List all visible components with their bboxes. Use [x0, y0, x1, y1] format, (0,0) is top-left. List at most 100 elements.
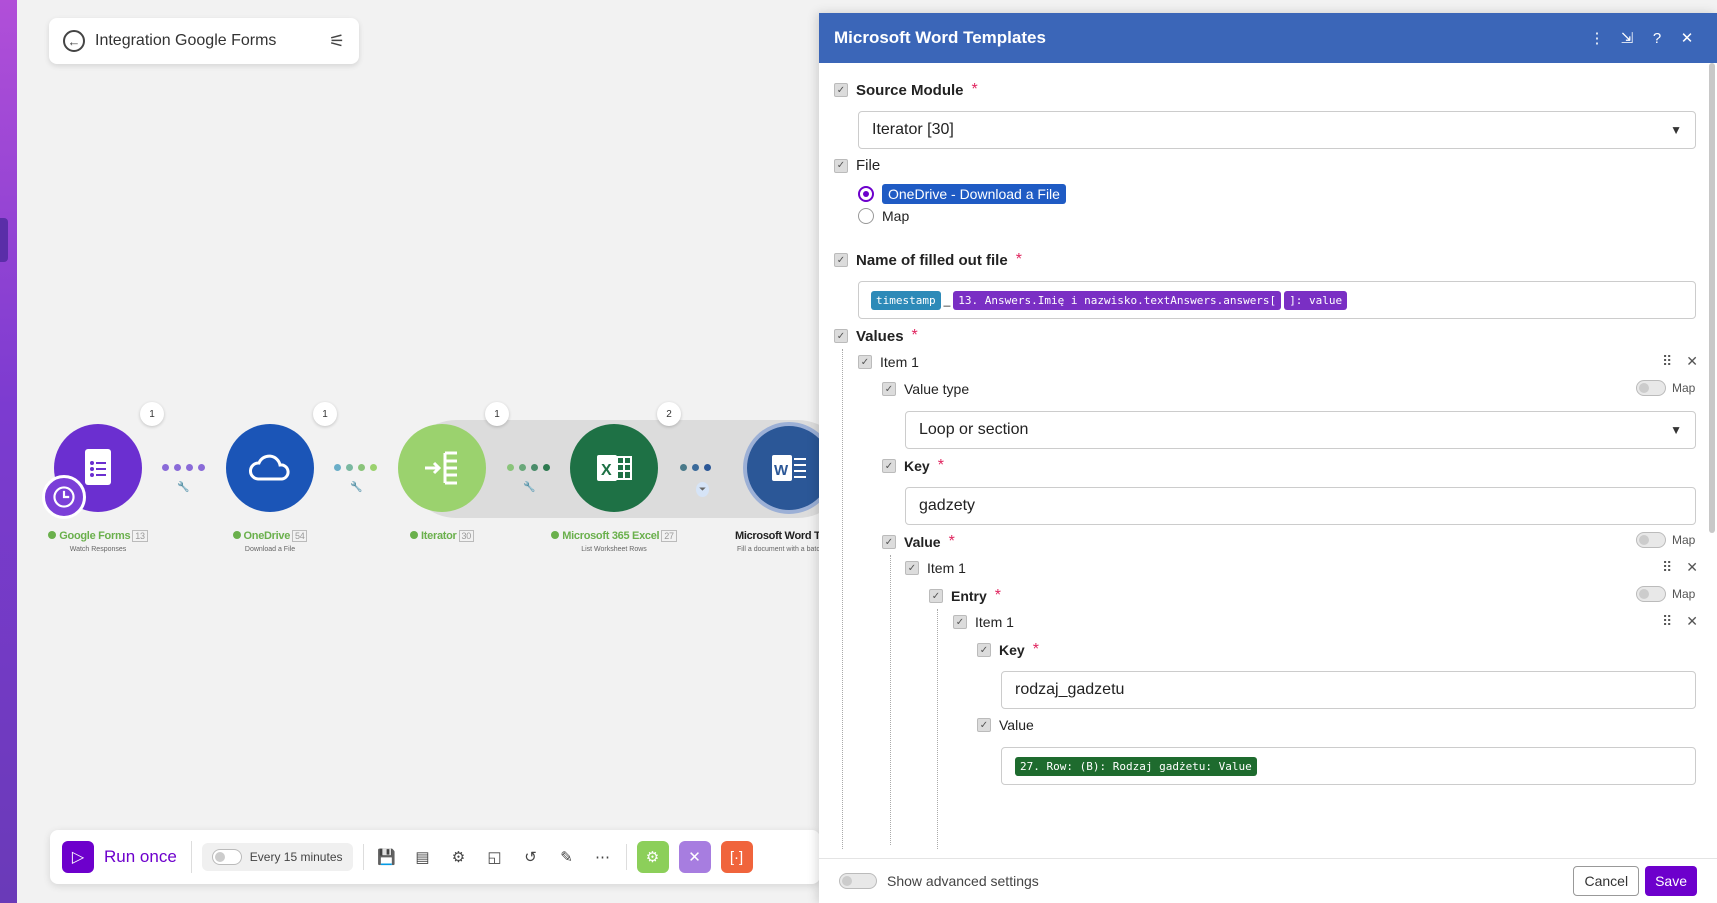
- play-icon: ▷: [62, 841, 94, 873]
- entry-value-checkbox[interactable]: ✓: [977, 718, 991, 732]
- cancel-button[interactable]: Cancel: [1573, 866, 1640, 896]
- gear-icon[interactable]: ⚙: [446, 844, 472, 870]
- notes-icon[interactable]: ◱: [482, 844, 508, 870]
- route-connector[interactable]: [507, 464, 550, 471]
- filename-input[interactable]: timestamp _ 13. Answers.Imię i nazwisko.…: [858, 281, 1696, 319]
- values-label: Values: [856, 327, 904, 345]
- wrench-icon[interactable]: 🔧: [523, 482, 535, 493]
- item-controls[interactable]: ⠿✕: [1662, 613, 1712, 630]
- scenario-canvas: ← Integration Google Forms ⚟ 1 Google Fo…: [17, 0, 847, 903]
- back-arrow-icon[interactable]: ←: [63, 30, 85, 52]
- drag-handle-icon: ⠿: [1662, 559, 1687, 575]
- left-sidebar-strip: [0, 0, 17, 903]
- value-type-select[interactable]: Loop or section ▼: [905, 411, 1696, 449]
- file-option-map[interactable]: Map: [858, 208, 909, 224]
- scenario-title: Integration Google Forms: [95, 32, 277, 49]
- module-iterator[interactable]: [398, 424, 486, 512]
- entry-map-toggle[interactable]: Map: [1636, 586, 1695, 602]
- module-label-excel: Microsoft 365 Excel 27: [534, 530, 694, 542]
- panel-header: Microsoft Word Templates ⋮ ⇲ ? ✕: [819, 13, 1717, 63]
- filename-checkbox[interactable]: ✓: [834, 253, 848, 267]
- save-icon[interactable]: 💾: [374, 844, 400, 870]
- advanced-settings-toggle[interactable]: Show advanced settings: [839, 873, 1573, 889]
- kebab-menu-icon[interactable]: ⋮: [1582, 29, 1612, 47]
- value-type-map-toggle[interactable]: Map: [1636, 380, 1695, 396]
- more-icon[interactable]: ⋯: [590, 844, 616, 870]
- collapse-icon[interactable]: ⇲: [1612, 29, 1642, 47]
- module-onedrive[interactable]: [226, 424, 314, 512]
- route-connector[interactable]: [334, 464, 377, 471]
- item1-checkbox[interactable]: ✓: [858, 355, 872, 369]
- value-map-toggle[interactable]: Map: [1636, 532, 1695, 548]
- iterator-icon: [425, 451, 457, 485]
- module-label-onedrive: OneDrive 54: [190, 530, 350, 542]
- cloud-icon: [249, 454, 290, 481]
- route-connector[interactable]: [680, 464, 711, 471]
- text-parser-icon[interactable]: [·]: [720, 841, 753, 873]
- settings-sliders-icon[interactable]: ⚟: [329, 31, 345, 52]
- file-option-onedrive[interactable]: OneDrive - Download a File: [858, 184, 1066, 204]
- close-icon[interactable]: ✕: [1672, 29, 1702, 47]
- save-button[interactable]: Save: [1645, 866, 1697, 896]
- pill-value[interactable]: ]: value: [1284, 290, 1348, 310]
- schedule-switch[interactable]: [211, 849, 242, 865]
- value-item1-checkbox[interactable]: ✓: [905, 561, 919, 575]
- svg-text:X: X: [601, 462, 612, 479]
- file-label: File: [856, 157, 881, 174]
- panel-scrollbar[interactable]: [1709, 63, 1715, 533]
- remove-icon: ✕: [1686, 559, 1712, 575]
- run-once-button[interactable]: ▷ Run once: [62, 841, 192, 873]
- panel-footer: Show advanced settings Cancel Save: [819, 858, 1717, 903]
- chevron-down-icon: ▼: [1670, 423, 1682, 437]
- item-controls[interactable]: ⠿✕: [1662, 559, 1712, 576]
- module-sub-onedrive: Download a File: [244, 546, 296, 553]
- pill-timestamp[interactable]: timestamp: [871, 290, 941, 310]
- key-checkbox[interactable]: ✓: [882, 459, 896, 473]
- source-module-select[interactable]: Iterator [30] ▼: [858, 111, 1696, 149]
- sidebar-collapse-tab[interactable]: [0, 218, 8, 262]
- filename-label: Name of filled out file: [856, 251, 1008, 269]
- values-checkbox[interactable]: ✓: [834, 329, 848, 343]
- pill-row-value[interactable]: 27. Row: (B): Rodzaj gadżetu: Value: [1015, 756, 1257, 776]
- word-icon: W: [772, 455, 806, 481]
- panel-title: Microsoft Word Templates: [834, 28, 1046, 47]
- help-icon[interactable]: ?: [1642, 30, 1672, 47]
- radio-unselected[interactable]: [858, 208, 874, 224]
- module-badge: 1: [140, 402, 164, 426]
- route-connector[interactable]: [162, 464, 205, 471]
- wrench-icon[interactable]: 🔧: [350, 482, 362, 493]
- module-excel[interactable]: X: [570, 424, 658, 512]
- schedule-toggle[interactable]: Every 15 minutes: [201, 843, 353, 871]
- advanced-switch[interactable]: [839, 873, 877, 889]
- excel-icon: X: [597, 455, 632, 481]
- entry-key-input[interactable]: rodzaj_gadzetu: [1001, 671, 1696, 709]
- source-module-label: Source Module: [856, 81, 964, 99]
- entry-item1-checkbox[interactable]: ✓: [953, 615, 967, 629]
- entry-value-input[interactable]: 27. Row: (B): Rodzaj gadżetu: Value: [1001, 747, 1696, 785]
- drag-handle-icon: ⠿: [1662, 353, 1687, 369]
- undo-icon[interactable]: ↺: [518, 844, 544, 870]
- magic-wand-icon[interactable]: ✎: [554, 844, 580, 870]
- wrench-icon[interactable]: 🔧: [177, 482, 189, 493]
- entry-checkbox[interactable]: ✓: [929, 589, 943, 603]
- pill-answers[interactable]: 13. Answers.Imię i nazwisko.textAnswers.…: [953, 290, 1282, 310]
- value-type-checkbox[interactable]: ✓: [882, 382, 896, 396]
- tools-icon[interactable]: ⚙: [636, 841, 669, 873]
- data-structure-icon[interactable]: ▤: [410, 844, 436, 870]
- module-badge: 1: [485, 402, 509, 426]
- scenario-title-card: ← Integration Google Forms ⚟: [49, 18, 359, 64]
- radio-selected[interactable]: [858, 186, 874, 202]
- value-checkbox[interactable]: ✓: [882, 535, 896, 549]
- module-settings-panel: Microsoft Word Templates ⋮ ⇲ ? ✕ ✓ Sourc…: [819, 13, 1717, 903]
- module-label-google-forms: Google Forms 13: [18, 530, 178, 542]
- item-controls[interactable]: ⠿✕: [1662, 353, 1712, 370]
- file-checkbox[interactable]: ✓: [834, 158, 848, 173]
- schedule-clock-icon[interactable]: [42, 475, 86, 519]
- source-module-checkbox[interactable]: ✓: [834, 83, 848, 97]
- key-input[interactable]: gadzety: [905, 487, 1696, 525]
- drag-handle-icon: ⠿: [1662, 613, 1687, 629]
- module-sub-excel: List Worksheet Rows: [581, 546, 647, 553]
- flow-control-icon[interactable]: ✕: [678, 841, 711, 873]
- entry-key-checkbox[interactable]: ✓: [977, 643, 991, 657]
- module-badge: 1: [313, 402, 337, 426]
